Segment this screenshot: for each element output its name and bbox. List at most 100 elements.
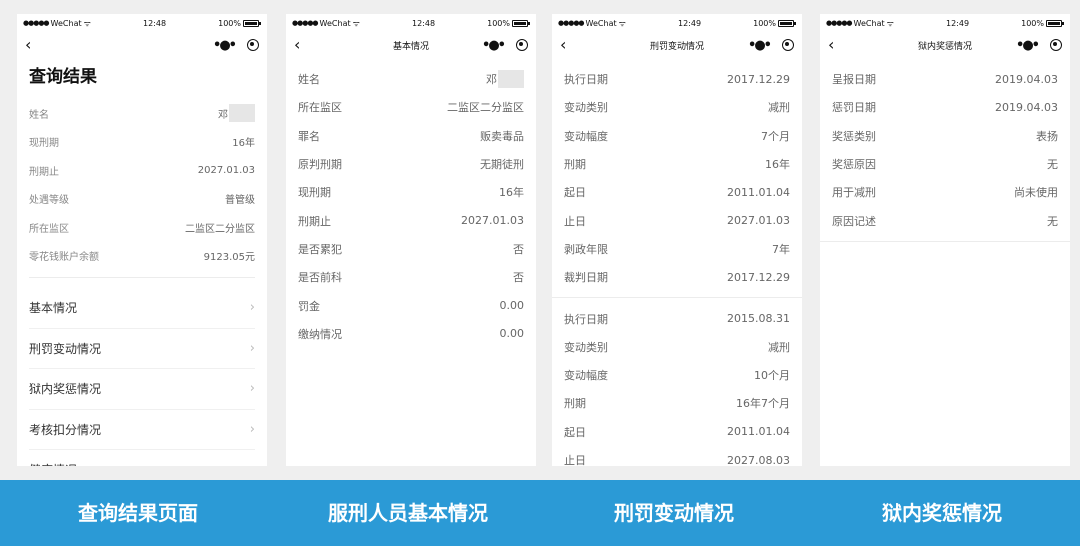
info-label: 刑期止: [298, 214, 331, 228]
info-row: 呈报日期 2019.04.03: [832, 65, 1058, 93]
status-bar: ●●●●● WeChat ᯤ 12:48 100%: [286, 14, 536, 32]
more-icon[interactable]: •●•: [213, 38, 237, 53]
menu-item-label: 狱内奖惩情况: [29, 382, 102, 397]
phone-screen-basic-info: ●●●●● WeChat ᯤ 12:48 100% ‹ 基本情况 •●• 姓名 邓所在…: [286, 14, 536, 466]
info-value: 表扬: [1036, 129, 1058, 143]
carrier-name: WeChat: [853, 18, 885, 28]
info-label: 止日: [564, 454, 586, 466]
battery-percent: 100%: [487, 18, 510, 28]
info-row: 现刑期 16年: [29, 128, 255, 157]
battery-icon: [777, 19, 796, 27]
battery-percent: 100%: [753, 18, 776, 28]
info-row: 姓名 邓: [29, 99, 255, 128]
phone-screen-rewards-punishments: ●●●●● WeChat ᯤ 12:49 100% ‹ 狱内奖惩情况 •●• 呈报日…: [820, 14, 1070, 466]
info-value: 2027.01.03: [461, 214, 524, 228]
page-title: 查询结果: [29, 67, 97, 87]
more-icon[interactable]: •●•: [748, 38, 772, 53]
info-row: 是否前科 否: [298, 263, 524, 291]
back-icon[interactable]: ‹: [828, 37, 848, 53]
signal-indicator: ●●●●● WeChat ᯤ: [23, 18, 91, 29]
capsule-actions: •●•: [748, 38, 794, 53]
status-time: 12:49: [677, 18, 702, 28]
menu-item[interactable]: 考核扣分情况 ›: [29, 410, 255, 450]
info-label: 起日: [564, 186, 586, 200]
close-target-icon[interactable]: [782, 39, 794, 51]
info-row: 缴纳情况 0.00: [298, 320, 524, 348]
chevron-right-icon: ›: [250, 462, 255, 466]
chevron-right-icon: ›: [249, 300, 255, 316]
info-row: 用于减刑 尚未使用: [832, 178, 1058, 206]
redaction-mask: [229, 104, 255, 123]
info-row: 刑期 16年7个月: [564, 389, 790, 417]
info-row: 所在监区 二监区二分监区: [29, 213, 255, 242]
info-value: 2019.04.03: [995, 72, 1058, 86]
chevron-right-icon: ›: [249, 381, 255, 397]
info-value: 减刑: [768, 101, 790, 115]
back-icon[interactable]: ‹: [560, 37, 580, 53]
info-label: 缴纳情况: [298, 327, 342, 341]
info-row: 现刑期 16年: [298, 178, 524, 206]
back-icon[interactable]: ‹: [294, 37, 314, 53]
info-value: 9123.05元: [203, 252, 255, 264]
info-label: 是否前科: [298, 271, 342, 285]
menu-item[interactable]: 基本情况 ›: [29, 288, 255, 329]
close-target-icon[interactable]: [1050, 39, 1062, 51]
caption-basic-info: 服刑人员基本情况: [328, 501, 488, 525]
menu-item[interactable]: 健康情况 ›: [29, 450, 255, 466]
name-value-wrap: 邓: [218, 104, 255, 123]
info-value: 2027.01.03: [727, 214, 790, 228]
battery-icon: [242, 19, 261, 27]
battery-indicator: 100%: [218, 19, 261, 28]
info-row: 执行日期 2017.12.29: [564, 65, 790, 93]
info-value: 10个月: [754, 369, 790, 383]
menu-item-label: 健康情况: [29, 461, 77, 466]
nav-bar: ‹ 刑罚变动情况 •●•: [552, 32, 802, 58]
info-label: 处遇等级: [29, 195, 69, 207]
signal-dots-icon: ●●●●●: [826, 19, 853, 27]
info-row: 止日 2027.08.03: [564, 446, 790, 467]
sentence-change-record: 执行日期 2017.12.29 变动类别 减刑 变动幅度 7个月 刑期 16年 起日 2011.0…: [552, 65, 802, 291]
close-target-icon[interactable]: [516, 39, 528, 51]
caption-sentence-changes: 刑罚变动情况: [614, 501, 734, 525]
info-label: 奖惩类别: [832, 129, 876, 143]
menu-item-label: 刑罚变动情况: [29, 341, 102, 356]
info-label: 所在监区: [298, 101, 342, 115]
info-label: 罚金: [298, 299, 320, 313]
back-icon[interactable]: ‹: [25, 37, 45, 53]
info-label: 刑期止: [29, 166, 59, 178]
sentence-change-record: 执行日期 2015.08.31 变动类别 减刑 变动幅度 10个月 刑期 16年7个月 起日 20…: [552, 304, 802, 466]
info-value: 2015.08.31: [727, 312, 790, 326]
info-row: 罚金 0.00: [298, 291, 524, 319]
status-time: 12:49: [945, 18, 970, 28]
info-value: 无: [1047, 214, 1058, 228]
info-row: 起日 2011.01.04: [564, 418, 790, 446]
redaction-mask: [498, 70, 524, 89]
battery-indicator: 100%: [1021, 19, 1064, 28]
info-label: 是否累犯: [298, 242, 342, 256]
close-target-icon[interactable]: [247, 39, 259, 51]
info-row: 原判刑期 无期徒刑: [298, 150, 524, 178]
divider: [552, 297, 802, 299]
carrier-name: WeChat: [319, 18, 351, 28]
info-value: 无期徒刑: [480, 158, 524, 172]
info-value: 邓: [218, 109, 228, 121]
info-label: 执行日期: [564, 312, 608, 326]
signal-indicator: ●●●●● WeChat ᯤ: [826, 18, 894, 29]
info-label: 用于减刑: [832, 186, 876, 200]
more-icon[interactable]: •●•: [1016, 38, 1040, 53]
info-label: 变动幅度: [564, 129, 608, 143]
menu-item[interactable]: 刑罚变动情况 ›: [29, 329, 255, 369]
info-row: 是否累犯 否: [298, 235, 524, 263]
signal-dots-icon: ●●●●●: [23, 19, 50, 27]
wifi-icon: ᯤ: [618, 18, 626, 28]
info-value: 16年: [499, 186, 524, 200]
info-row: 奖惩类别 表扬: [832, 122, 1058, 150]
info-row: 变动幅度 10个月: [564, 361, 790, 389]
menu-item[interactable]: 狱内奖惩情况 ›: [29, 369, 255, 410]
signal-dots-icon: ●●●●●: [558, 19, 585, 27]
more-icon[interactable]: •●•: [482, 38, 506, 53]
info-label: 呈报日期: [832, 73, 876, 87]
info-label: 奖惩原因: [832, 158, 876, 172]
info-value: 0.00: [499, 299, 525, 313]
category-menu: 基本情况 › 刑罚变动情况 › 狱内奖惩情况 › 考核扣分情况 › 健康情况 ›: [17, 288, 267, 466]
